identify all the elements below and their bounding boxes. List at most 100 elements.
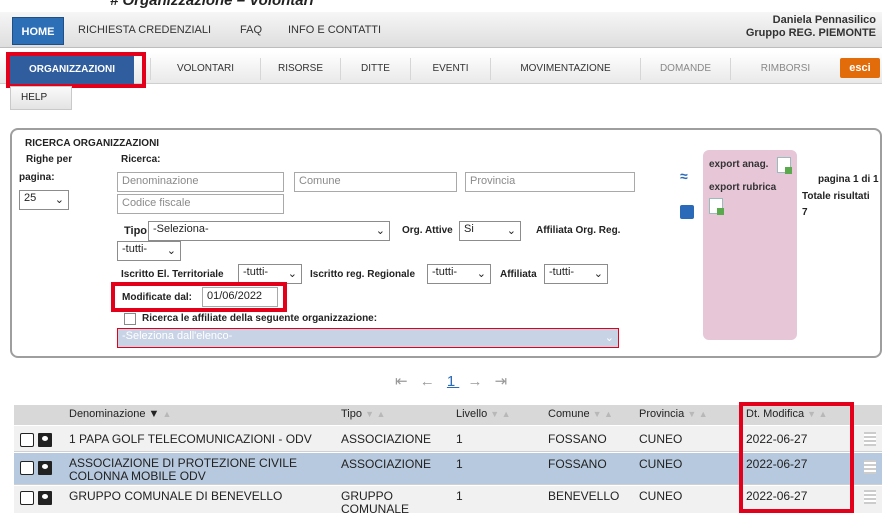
- detail-icon[interactable]: [864, 432, 876, 446]
- cell-provincia: CUNEO: [639, 432, 683, 446]
- cell-provincia: CUNEO: [639, 489, 683, 503]
- iscritto-regionale-label: Iscritto reg. Regionale: [310, 269, 416, 280]
- menu-ditte[interactable]: DITTE: [340, 58, 410, 80]
- cell-livello: 1: [456, 432, 463, 446]
- menu-risorse[interactable]: RISORSE: [260, 58, 340, 80]
- affiliata-select[interactable]: -tutti- ⌄: [544, 264, 608, 284]
- first-page-button[interactable]: ⇤: [395, 373, 412, 390]
- column-header-comune[interactable]: Comune ▼ ▲: [548, 408, 613, 420]
- tipo-select[interactable]: -Seleziona- ⌄: [148, 221, 390, 241]
- exit-button[interactable]: esci: [840, 58, 880, 78]
- export-rubrica-link[interactable]: export rubrica: [709, 182, 776, 193]
- totale-risultati-value: 7: [802, 207, 808, 218]
- rows-per-page-label-1: Righe per: [26, 154, 73, 165]
- nav-home[interactable]: HOME: [12, 17, 64, 45]
- column-header-livello[interactable]: Livello ▼ ▲: [456, 408, 511, 420]
- chevron-down-icon: ⌄: [166, 245, 176, 257]
- chevron-down-icon: ⌄: [506, 225, 516, 237]
- codice-fiscale-input[interactable]: Codice fiscale: [117, 194, 284, 214]
- ricerca-affiliate-checkbox[interactable]: [124, 313, 136, 325]
- cell-tipo: ASSOCIAZIONE: [341, 432, 432, 446]
- header-label: Livello: [456, 408, 488, 420]
- last-page-button[interactable]: ⇥: [495, 373, 512, 390]
- organizzazione-select[interactable]: -Seleziona dall'elenco- ⌄: [117, 328, 619, 348]
- nav-richiesta-credenziali[interactable]: RICHIESTA CREDENZIALI: [72, 20, 217, 40]
- organizzazione-value: -Seleziona dall'elenco-: [122, 330, 233, 342]
- edit-icon[interactable]: [20, 461, 34, 475]
- affiliata-org-reg-select[interactable]: -tutti- ⌄: [117, 241, 181, 261]
- detail-icon[interactable]: [864, 460, 876, 474]
- search-title: RICERCA ORGANIZZAZIONI: [25, 138, 160, 149]
- affiliata-value: -tutti-: [549, 266, 575, 278]
- user-group: Gruppo REG. PIEMONTE: [745, 27, 876, 39]
- cell-livello: 1: [456, 489, 463, 503]
- cell-tipo: ASSOCIAZIONE: [341, 457, 432, 471]
- current-page[interactable]: 1: [447, 373, 459, 390]
- search-icon[interactable]: [680, 205, 694, 219]
- comune-input[interactable]: Comune: [294, 172, 457, 192]
- nav-info-contatti[interactable]: INFO E CONTATTI: [282, 20, 387, 40]
- menu-domande[interactable]: DOMANDE: [640, 58, 730, 80]
- collapse-icon[interactable]: ≈: [680, 168, 688, 184]
- edit-icon[interactable]: [20, 491, 34, 505]
- affiliata-org-reg-label: Affiliata Org. Reg.: [536, 225, 621, 236]
- highlight-dt-modifica: [739, 402, 854, 513]
- modificate-dal-label: Modificate dal:: [122, 292, 193, 303]
- iscritto-regionale-select[interactable]: -tutti- ⌄: [427, 264, 491, 284]
- iscritto-territoriale-select[interactable]: -tutti- ⌄: [238, 264, 302, 284]
- user-info: Daniela Pennasilico Gruppo REG. PIEMONTE: [746, 14, 876, 40]
- totale-risultati-label: Totale risultati: [802, 191, 870, 202]
- provincia-input[interactable]: Provincia: [465, 172, 635, 192]
- header-label: Comune: [548, 408, 590, 420]
- menu-rimborsi[interactable]: RIMBORSI: [730, 58, 840, 80]
- contact-icon[interactable]: [38, 491, 52, 505]
- cell-denominazione: GRUPPO COMUNALE DI BENEVELLO: [69, 489, 283, 503]
- chevron-down-icon: ⌄: [287, 268, 297, 280]
- export-rubrica-icon[interactable]: [709, 198, 724, 215]
- cell-livello: 1: [456, 457, 463, 471]
- page-caption: # Organizzazione – Volontari: [110, 0, 314, 9]
- ricerca-affiliate-label: Ricerca le affiliate della seguente orga…: [142, 313, 378, 324]
- detail-icon[interactable]: [864, 490, 876, 504]
- cell-comune: BENEVELLO: [548, 489, 620, 503]
- iscritto-territoriale-label: Iscritto El. Territoriale: [121, 269, 224, 280]
- nav-faq[interactable]: FAQ: [234, 20, 268, 40]
- menu-volontari[interactable]: VOLONTARI: [150, 58, 260, 80]
- denominazione-input[interactable]: Denominazione: [117, 172, 284, 192]
- chevron-down-icon: ⌄: [54, 194, 64, 206]
- menu-movimentazione[interactable]: MOVIMENTAZIONE: [490, 58, 640, 80]
- cell-comune: FOSSANO: [548, 432, 607, 446]
- edit-icon[interactable]: [20, 433, 34, 447]
- search-label: Ricerca:: [121, 154, 161, 165]
- contact-icon[interactable]: [38, 461, 52, 475]
- cell-provincia: CUNEO: [639, 457, 683, 471]
- rows-per-page-label-2: pagina:: [19, 172, 55, 183]
- highlight-organizzazioni: [6, 52, 146, 88]
- column-header-denominazione[interactable]: Denominazione ▼ ▲: [69, 408, 171, 420]
- modificate-dal-input[interactable]: 01/06/2022: [202, 287, 278, 307]
- affiliata-label: Affiliata: [500, 269, 537, 280]
- iscritto-regionale-value: -tutti-: [432, 266, 458, 278]
- contact-icon[interactable]: [38, 433, 52, 447]
- cell-tipo: GRUPPO COMUNALE: [341, 489, 410, 516]
- org-attive-label: Org. Attive: [402, 225, 453, 236]
- chevron-down-icon: ⌄: [604, 332, 614, 344]
- prev-page-button[interactable]: ←: [420, 373, 439, 390]
- column-header-tipo[interactable]: Tipo ▼ ▲: [341, 408, 385, 420]
- menu-eventi[interactable]: EVENTI: [410, 58, 490, 80]
- export-anag-icon[interactable]: [777, 157, 792, 174]
- iscritto-territoriale-value: -tutti-: [243, 266, 269, 278]
- cell-comune: FOSSANO: [548, 457, 607, 471]
- tipo-value: -Seleziona-: [153, 223, 209, 235]
- org-attive-value: Si: [464, 223, 474, 235]
- next-page-button[interactable]: →: [467, 373, 486, 390]
- chevron-down-icon: ⌄: [593, 268, 603, 280]
- org-attive-select[interactable]: Si ⌄: [459, 221, 521, 241]
- column-header-provincia[interactable]: Provincia ▼ ▲: [639, 408, 708, 420]
- affiliata-org-reg-value: -tutti-: [122, 243, 148, 255]
- export-panel: [703, 150, 797, 340]
- export-anag-link[interactable]: export anag.: [709, 159, 768, 170]
- help-button[interactable]: HELP: [10, 86, 72, 110]
- chevron-down-icon: ⌄: [476, 268, 486, 280]
- rows-per-page-select[interactable]: 25 ⌄: [19, 190, 69, 210]
